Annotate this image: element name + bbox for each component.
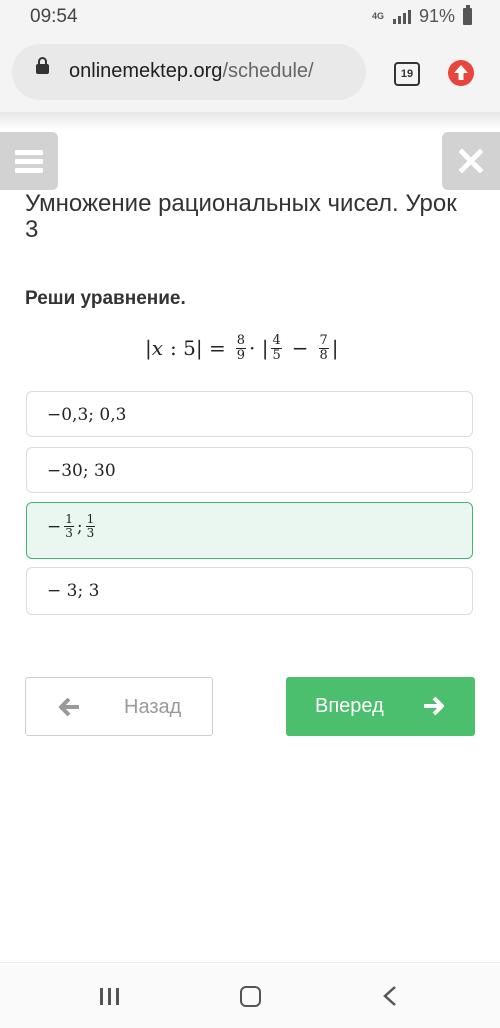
back-label: Назад [124, 696, 182, 718]
equation-operator: − [291, 336, 309, 360]
network-type: 4G [371, 11, 384, 21]
system-navigation-bar [0, 962, 500, 1028]
next-label: Вперед [315, 695, 384, 717]
home-icon[interactable] [240, 986, 261, 1007]
task-prompt: Реши уравнение. [25, 288, 186, 309]
recent-apps-icon[interactable] [100, 988, 119, 1005]
answer-option-2[interactable]: −30; 30 [26, 447, 473, 493]
abs-bar: | [331, 336, 339, 360]
lock-icon [36, 57, 49, 74]
equation-variable: x [151, 336, 164, 360]
battery-icon [463, 5, 472, 25]
battery-percent: 91% [418, 6, 455, 26]
fraction: 89 [235, 332, 246, 363]
url-text: onlinemektep.org/schedule/ [69, 60, 314, 83]
header-shadow [0, 112, 500, 130]
equation-operator: · | [249, 336, 269, 360]
url-path: /schedule/ [222, 60, 314, 82]
answer-option-3-selected[interactable]: − 13 ; 13 [26, 502, 473, 559]
arrow-right-icon [424, 696, 444, 716]
abs-bar: | [145, 336, 152, 360]
close-icon [459, 149, 483, 173]
answer-option-4[interactable]: − 3; 3 [26, 567, 473, 615]
next-button[interactable]: Вперед [286, 677, 475, 736]
answer-text: − 13 ; 13 [47, 512, 96, 540]
equation: | x : 5| = 89 · | 45 − 78 | [145, 328, 339, 368]
close-button[interactable] [442, 132, 500, 190]
answer-text: −30; 30 [47, 461, 116, 481]
browser-toolbar: onlinemektep.org/schedule/ 19 [0, 34, 500, 113]
back-button[interactable]: Назад [25, 677, 213, 736]
answer-text: −0,3; 0,3 [47, 405, 127, 425]
status-icons: 4G 91% [371, 5, 472, 27]
lesson-title: Умножение рациональных чисел. Урок 3 [25, 190, 457, 243]
arrow-left-icon [59, 697, 79, 717]
status-time: 09:54 [30, 6, 78, 27]
fraction: 78 [318, 332, 329, 363]
answer-option-1[interactable]: −0,3; 0,3 [26, 391, 473, 437]
tab-switcher-button[interactable]: 19 [394, 62, 420, 86]
update-icon[interactable] [448, 60, 474, 86]
status-bar: 09:54 4G 91% [0, 0, 500, 34]
menu-button[interactable] [0, 132, 58, 190]
answer-text: − 3; 3 [47, 581, 100, 601]
equation-lhs: : 5| = [170, 336, 226, 360]
fraction: 45 [271, 332, 282, 363]
back-chevron-icon[interactable] [382, 985, 398, 1007]
url-domain: onlinemektep.org [69, 60, 223, 82]
signal-icon [392, 9, 411, 24]
address-bar[interactable]: onlinemektep.org/schedule/ [12, 44, 366, 100]
